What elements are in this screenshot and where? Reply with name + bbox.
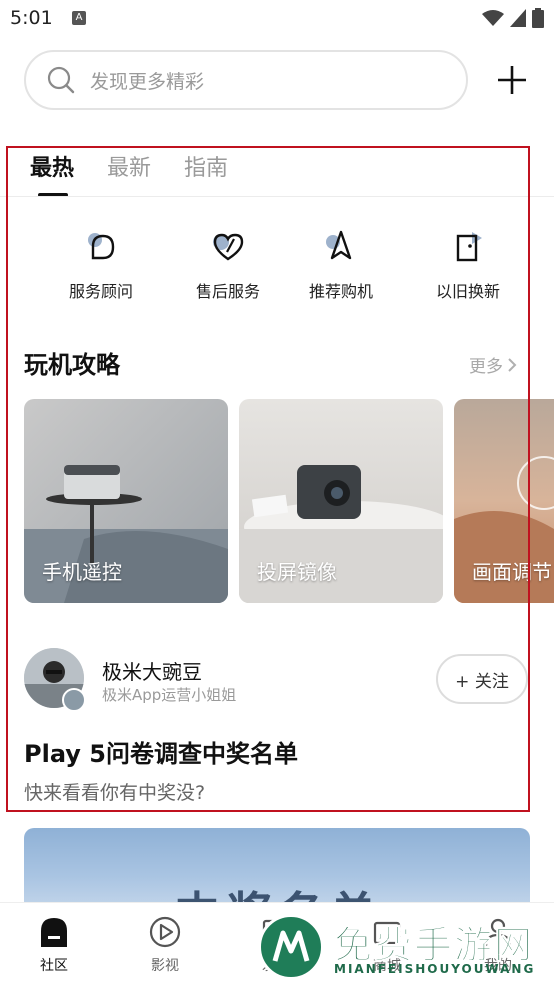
tab-latest[interactable]: 最新 <box>107 150 151 182</box>
wifi-icon <box>482 10 504 26</box>
search-placeholder: 发现更多精彩 <box>90 70 205 93</box>
status-time: 5:01 <box>10 7 53 29</box>
author-role: 极米App运营小姐姐 <box>102 686 237 704</box>
tab-divider <box>0 196 554 197</box>
service-advisor[interactable]: 服务顾问 <box>41 228 161 302</box>
post-header: 极米大豌豆 极米App运营小姐姐 + 关注 <box>24 648 530 712</box>
service-after-sales[interactable]: 售后服务 <box>168 228 288 302</box>
more-label: 更多 <box>469 357 503 377</box>
nav-video[interactable]: 影视 <box>125 915 205 975</box>
chevron-right-icon <box>508 357 517 372</box>
service-label: 服务顾问 <box>68 282 133 301</box>
service-label: 售后服务 <box>195 282 260 301</box>
card-label: 投屏镜像 <box>257 560 337 584</box>
watermark-title: 免费手游网 <box>333 923 535 968</box>
watermark-emblem-icon <box>258 914 324 980</box>
more-link[interactable]: 更多 <box>469 352 517 377</box>
tab-hot[interactable]: 最热 <box>30 150 74 182</box>
door-icon <box>456 232 482 262</box>
service-shortcuts: 服务顾问 售后服务 推荐购机 以旧换新 <box>0 228 554 308</box>
tab-guide[interactable]: 指南 <box>184 150 228 182</box>
add-button[interactable] <box>494 62 530 98</box>
post-title[interactable]: Play 5问卷调查中奖名单 <box>24 734 298 769</box>
service-label: 推荐购机 <box>308 282 373 301</box>
guide-card-picture[interactable]: 画面调节 <box>454 399 554 603</box>
guide-card-mirror[interactable]: 投屏镜像 <box>239 399 443 603</box>
service-trade-in[interactable]: 以旧换新 <box>408 228 528 302</box>
section-title: 玩机攻略 <box>24 351 120 379</box>
post-banner-image[interactable]: 中奖名单 <box>24 828 530 908</box>
verified-badge-icon <box>62 688 86 712</box>
notification-icon: A <box>72 11 86 25</box>
rocket-icon <box>326 230 352 260</box>
feed-tabs: 最热 最新 指南 <box>0 146 554 197</box>
card-label: 手机遥控 <box>42 560 122 584</box>
chat-bubble-icon <box>88 233 115 260</box>
signal-icon <box>510 9 526 27</box>
service-label: 以旧换新 <box>435 282 500 301</box>
play-circle-icon <box>149 916 181 948</box>
watermark-subtitle: MIANFEISHOUYOUWANG <box>334 962 536 976</box>
watermark-logo: 免费手游网 MIANFEISHOUYOUWANG <box>258 910 548 984</box>
community-icon <box>41 918 67 947</box>
status-icons <box>482 8 544 28</box>
status-bar: 5:01 A <box>0 0 554 38</box>
search-icon <box>47 66 75 94</box>
nav-label: 社区 <box>40 958 68 974</box>
nav-label: 影视 <box>151 958 179 974</box>
guide-card-remote[interactable]: 手机遥控 <box>24 399 228 603</box>
card-label: 画面调节 <box>472 560 552 584</box>
author-name[interactable]: 极米大豌豆 <box>102 656 202 685</box>
search-input[interactable]: 发现更多精彩 <box>24 50 468 110</box>
service-purchase-advice[interactable]: 推荐购机 <box>281 228 401 302</box>
heart-icon <box>213 233 244 261</box>
follow-button[interactable]: + 关注 <box>436 654 528 704</box>
post-subtitle: 快来看看你有中奖没? <box>24 782 206 804</box>
nav-community[interactable]: 社区 <box>14 915 94 975</box>
battery-icon <box>532 8 544 28</box>
